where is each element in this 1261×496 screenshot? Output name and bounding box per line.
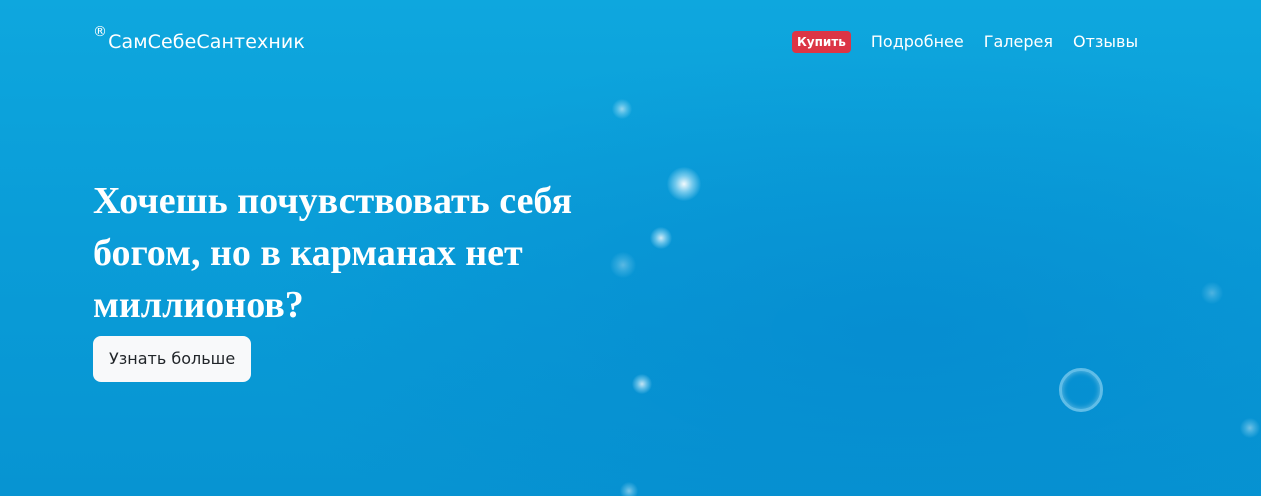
top-navbar: ® СамСебеСантехник Купить Подробнее Гале… [0,0,1261,84]
nav-link-reviews[interactable]: Отзывы [1073,30,1138,54]
buy-badge-link[interactable]: Купить [792,31,851,53]
nav-link-details[interactable]: Подробнее [871,30,964,54]
water-bubble [1240,418,1260,438]
nav-link-gallery[interactable]: Галерея [984,30,1053,54]
hero-section: ® СамСебеСантехник Купить Подробнее Гале… [0,0,1261,496]
water-bubble [1201,282,1223,304]
hero-headline: Хочешь почувствовать себя богом, но в ка… [93,180,573,326]
nav-menu: Купить Подробнее Галерея Отзывы [792,30,1138,54]
brand-logo[interactable]: ® СамСебеСантехник [93,24,305,57]
water-bubble [620,482,638,496]
learn-more-button[interactable]: Узнать больше [93,336,252,382]
water-bubble [667,167,701,201]
water-bubble-ring [1059,368,1103,412]
brand-name: СамСебеСантехник [108,31,305,53]
water-bubble [650,227,672,249]
water-bubble [612,99,632,119]
registered-mark: ® [93,24,108,40]
water-bubble [610,252,636,278]
water-bubble [632,374,652,394]
